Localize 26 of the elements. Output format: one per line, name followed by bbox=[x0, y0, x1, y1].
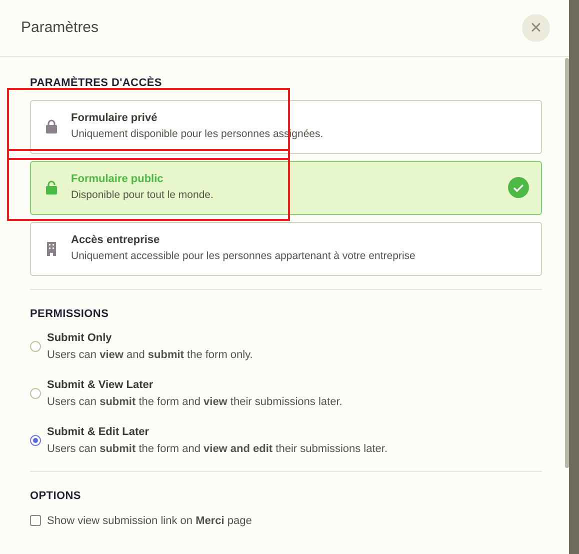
section-heading: OPTIONS bbox=[30, 489, 82, 504]
option-description: Users can submit the form and view and edit their submissions later. bbox=[47, 442, 388, 456]
checkbox-label: Show view submission link on Merci page bbox=[47, 514, 252, 528]
lock-icon bbox=[45, 119, 58, 134]
option-title: Formulaire privé bbox=[71, 111, 158, 126]
option-title: Submit & View Later bbox=[47, 378, 154, 393]
radio-button[interactable] bbox=[30, 341, 41, 352]
option-title: Submit Only bbox=[47, 331, 113, 346]
option-description: Disponible pour tout le monde. bbox=[71, 188, 214, 203]
checkbox[interactable] bbox=[30, 515, 41, 526]
radio-button[interactable] bbox=[30, 435, 41, 446]
building-icon bbox=[45, 241, 58, 256]
access-option[interactable]: Accès entreprise Uniquement accessible pour les personnes appartenant à votre entreprise bbox=[30, 222, 542, 276]
unlock-icon bbox=[45, 180, 58, 195]
option-title: Submit & Edit Later bbox=[47, 425, 150, 440]
access-option[interactable]: Formulaire public Disponible pour tout le monde. bbox=[30, 160, 542, 214]
section-heading: PERMISSIONS bbox=[30, 306, 110, 322]
option-description: Users can view and submit the form only. bbox=[47, 348, 253, 362]
check-icon bbox=[508, 177, 529, 198]
option-title: Formulaire public bbox=[71, 172, 164, 188]
dialog-title: Paramètres bbox=[21, 18, 99, 38]
option-title: Accès entreprise bbox=[71, 233, 161, 248]
section-heading: PARAMÈTRES D'ACCÈS bbox=[30, 75, 163, 91]
option-description: Users can submit the form and view their submissions later. bbox=[47, 394, 342, 410]
radio-button[interactable] bbox=[30, 388, 41, 399]
option-description: Uniquement accessible pour les personnes appartenant à votre entreprise bbox=[71, 248, 416, 264]
